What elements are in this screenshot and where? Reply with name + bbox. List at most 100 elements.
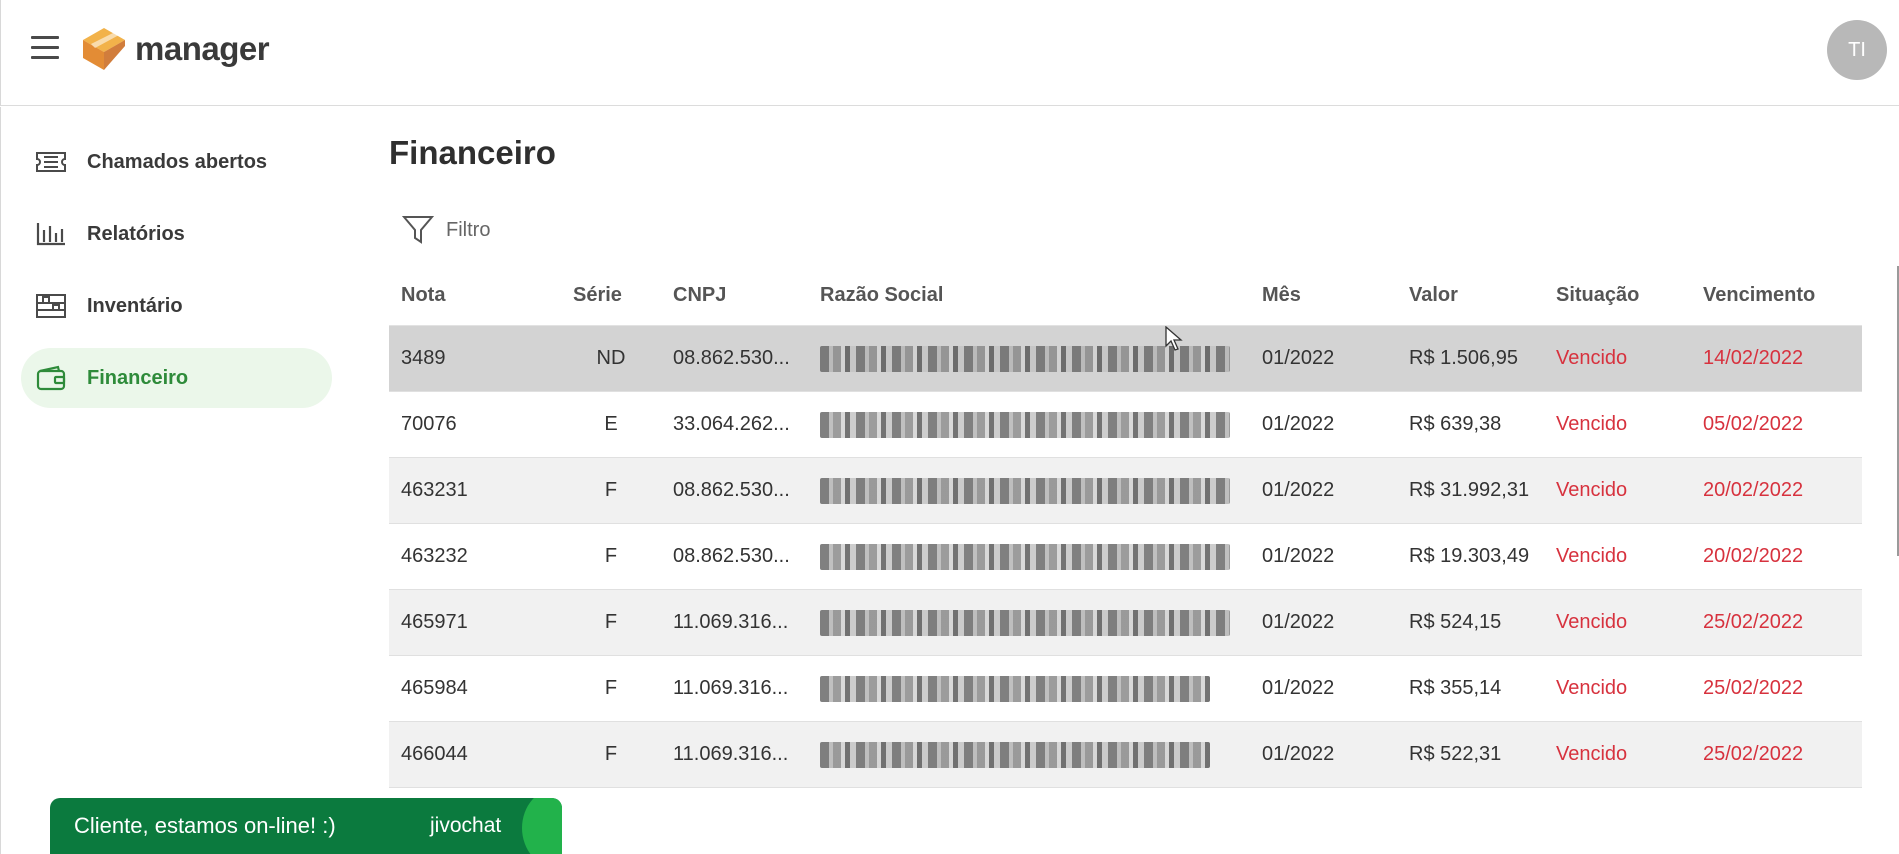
logo-text: manager <box>135 30 270 67</box>
sidebar-item-label: Relatórios <box>87 222 185 245</box>
live-chat-widget[interactable]: Cliente, estamos on-line! :) jivochat <box>50 798 562 854</box>
cell-situacao: Vencido <box>1556 413 1628 435</box>
cell-vencimento: 14/02/2022 <box>1703 347 1804 369</box>
mouse-cursor-icon <box>1165 326 1183 351</box>
cell-nota: 466044 <box>401 743 468 765</box>
chat-greeting: Cliente, estamos on-line! :) <box>74 813 336 838</box>
sidebar: Chamados abertos Relatórios Inventário F… <box>0 107 350 854</box>
cell-razao-social-redacted <box>808 675 1250 702</box>
sidebar-item-financeiro[interactable]: Financeiro <box>21 348 332 408</box>
table-row[interactable]: 465971 F 11.069.316... 01/2022 R$ 524,15… <box>389 590 1862 656</box>
cell-cnpj: 08.862.530... <box>673 545 790 567</box>
ticket-icon <box>35 148 67 176</box>
cell-cnpj: 08.862.530... <box>673 347 790 369</box>
cell-razao-social-redacted <box>808 411 1250 438</box>
sidebar-item-inventario[interactable]: Inventário <box>21 276 332 336</box>
app-logo[interactable]: manager <box>81 26 270 72</box>
cell-vencimento: 25/02/2022 <box>1703 677 1804 699</box>
table-row[interactable]: 70076 E 33.064.262... 01/2022 R$ 639,38 … <box>389 392 1862 458</box>
table-row[interactable]: 3489 ND 08.862.530... 01/2022 R$ 1.506,9… <box>389 326 1862 392</box>
cell-valor: R$ 1.506,95 <box>1409 347 1518 369</box>
cell-serie: F <box>604 611 618 633</box>
sidebar-item-chamados-abertos[interactable]: Chamados abertos <box>21 132 332 192</box>
cell-cnpj: 11.069.316... <box>673 611 789 633</box>
redacted-text <box>820 609 1230 636</box>
sidebar-item-label: Inventário <box>87 294 183 317</box>
cell-mes: 01/2022 <box>1262 677 1335 699</box>
cell-valor: R$ 639,38 <box>1409 413 1502 435</box>
cell-razao-social-redacted <box>808 741 1250 768</box>
redacted-text <box>820 477 1230 504</box>
cell-cnpj: 33.064.262... <box>673 413 790 435</box>
chat-logo-icon <box>522 798 562 854</box>
cell-valor: R$ 524,15 <box>1409 611 1502 633</box>
table-row[interactable]: 463232 F 08.862.530... 01/2022 R$ 19.303… <box>389 524 1862 590</box>
column-header-mes[interactable]: Mês <box>1250 284 1397 307</box>
hamburger-menu-icon[interactable] <box>31 36 59 62</box>
cell-nota: 465971 <box>401 611 468 633</box>
sidebar-item-label: Chamados abertos <box>87 150 268 173</box>
chat-brand-label: jivochat <box>430 814 502 837</box>
cell-situacao: Vencido <box>1556 743 1628 765</box>
logo-mark-icon <box>83 28 125 70</box>
redacted-text <box>820 675 1210 702</box>
cell-serie: F <box>604 743 618 765</box>
cell-serie: F <box>604 479 618 501</box>
redacted-text <box>820 411 1230 438</box>
cell-vencimento: 05/02/2022 <box>1703 413 1804 435</box>
cell-cnpj: 11.069.316... <box>673 743 789 765</box>
top-header: manager TI <box>0 0 1899 106</box>
cell-nota: 70076 <box>401 413 457 435</box>
cell-mes: 01/2022 <box>1262 743 1335 765</box>
cell-vencimento: 25/02/2022 <box>1703 743 1804 765</box>
cell-nota: 463231 <box>401 479 468 501</box>
cell-situacao: Vencido <box>1556 347 1628 369</box>
sidebar-item-label: Financeiro <box>87 366 189 389</box>
financial-table: Nota Série CNPJ Razão Social Mês Valor S… <box>389 266 1862 788</box>
cell-vencimento: 20/02/2022 <box>1703 479 1804 501</box>
sidebar-item-relatorios[interactable]: Relatórios <box>21 204 332 264</box>
user-avatar[interactable]: TI <box>1827 20 1887 80</box>
cell-valor: R$ 31.992,31 <box>1409 479 1530 501</box>
filter-button[interactable]: Filtro <box>402 214 490 246</box>
table-row[interactable]: 465984 F 11.069.316... 01/2022 R$ 355,14… <box>389 656 1862 722</box>
cell-razao-social-redacted <box>808 543 1250 570</box>
cell-mes: 01/2022 <box>1262 545 1335 567</box>
page-title: Financeiro <box>389 134 556 171</box>
column-header-valor[interactable]: Valor <box>1397 284 1544 307</box>
column-header-serie[interactable]: Série <box>561 284 661 307</box>
cell-nota: 463232 <box>401 545 468 567</box>
filter-label: Filtro <box>446 218 491 241</box>
cell-vencimento: 20/02/2022 <box>1703 545 1804 567</box>
bar-chart-icon <box>35 220 67 248</box>
cell-serie: E <box>604 413 618 435</box>
filter-icon <box>402 216 434 244</box>
wallet-icon <box>35 364 67 392</box>
table-row[interactable]: 463231 F 08.862.530... 01/2022 R$ 31.992… <box>389 458 1862 524</box>
table-header: Nota Série CNPJ Razão Social Mês Valor S… <box>389 266 1862 326</box>
cell-situacao: Vencido <box>1556 611 1628 633</box>
redacted-text <box>820 543 1230 570</box>
cell-nota: 465984 <box>401 677 468 699</box>
cell-cnpj: 08.862.530... <box>673 479 790 501</box>
cell-serie: F <box>604 677 618 699</box>
cell-vencimento: 25/02/2022 <box>1703 611 1804 633</box>
cell-nota: 3489 <box>401 347 446 369</box>
column-header-razao-social[interactable]: Razão Social <box>808 284 1250 307</box>
table-row[interactable]: 466044 F 11.069.316... 01/2022 R$ 522,31… <box>389 722 1862 788</box>
cell-valor: R$ 19.303,49 <box>1409 545 1530 567</box>
column-header-vencimento[interactable]: Vencimento <box>1691 284 1862 307</box>
column-header-situacao[interactable]: Situação <box>1544 284 1691 307</box>
cell-mes: 01/2022 <box>1262 347 1335 369</box>
cell-serie: F <box>604 545 618 567</box>
cell-situacao: Vencido <box>1556 545 1628 567</box>
cell-mes: 01/2022 <box>1262 479 1335 501</box>
cell-situacao: Vencido <box>1556 677 1628 699</box>
warehouse-icon <box>35 292 67 320</box>
cell-razao-social-redacted <box>808 477 1250 504</box>
cell-valor: R$ 522,31 <box>1409 743 1502 765</box>
cell-serie: ND <box>596 347 626 369</box>
cell-razao-social-redacted <box>808 609 1250 636</box>
column-header-nota[interactable]: Nota <box>389 284 561 307</box>
column-header-cnpj[interactable]: CNPJ <box>661 284 808 307</box>
